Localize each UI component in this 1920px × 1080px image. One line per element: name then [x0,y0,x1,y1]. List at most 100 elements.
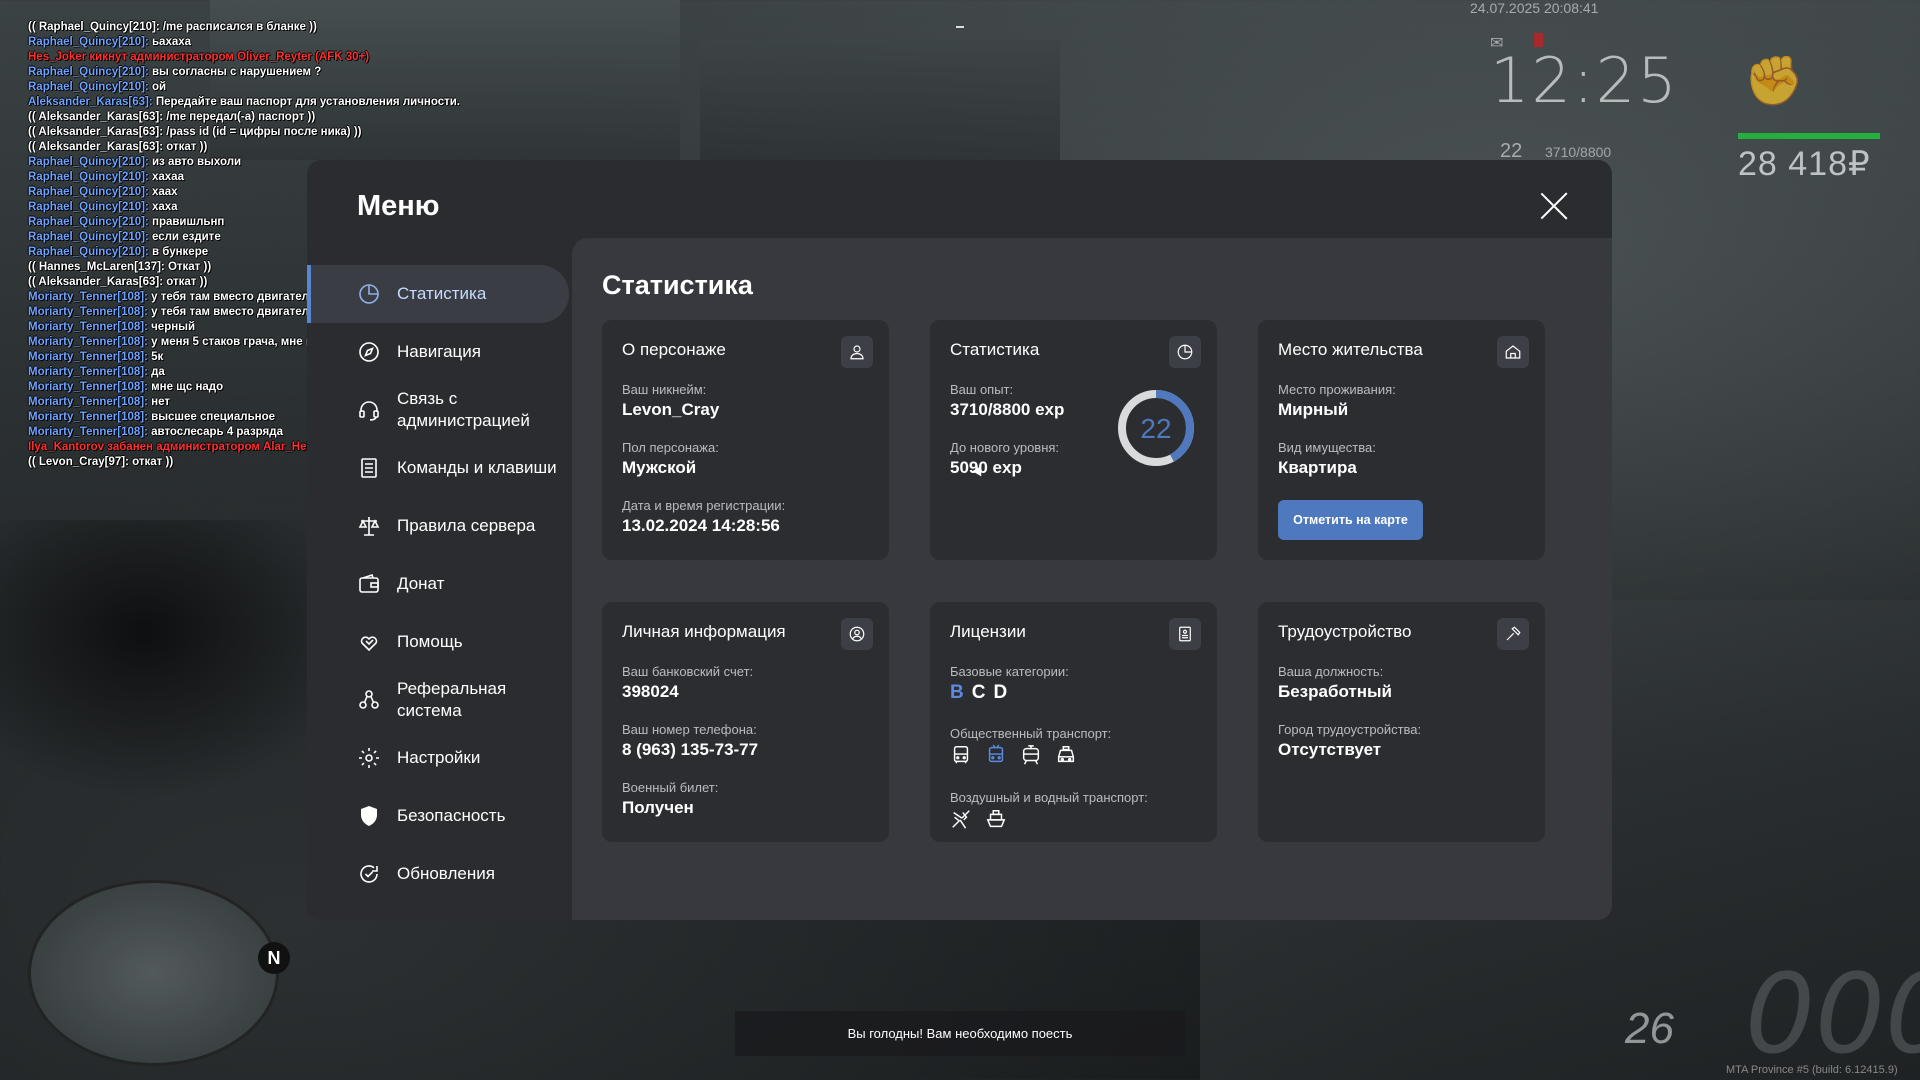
card-residence: Место жительства Место проживания: Мирны… [1258,320,1545,560]
sidebar-item-label: Обновления [397,864,495,883]
sidebar-item[interactable]: Правила сервера [307,497,569,555]
card-title: Статистика [950,340,1040,359]
chat-text: если ездите [148,231,221,243]
chat-nick: Raphael_Quincy[210]: [28,156,149,168]
chat-line: (( Raphael_Quincy[210]: /me расписался в… [28,20,488,35]
place-value: Мирный [1278,400,1349,419]
exp-label: Ваш опыт: [950,382,1014,397]
sidebar-item-label: Навигация [397,342,481,361]
compass-north: N [258,942,290,974]
chart-pie-icon [1169,336,1201,368]
chat-line: Raphael_Quincy[210]: ой [28,80,488,95]
sidebar-item[interactable]: Реферальная система [307,671,569,729]
user-circle-icon [841,618,873,650]
job-city-value: Отсутствует [1278,740,1382,759]
nick-value: Levon_Cray [622,400,720,419]
public-transport-icons [950,744,1090,771]
sidebar-item-label: Реферальная система [397,679,507,720]
sidebar: Статистика Навигация Связь с администрацие… [307,265,569,903]
content-title: Статистика [602,270,753,300]
taxi-icon [1055,744,1077,766]
close-button[interactable] [1539,191,1569,221]
top-dash [956,26,964,28]
build-info: MTA Province #5 (build: 6.12415.9) [1726,1064,1898,1076]
position-label: Ваша должность: [1278,664,1384,679]
hud-money: 28 418₽ [1738,145,1871,183]
sidebar-item[interactable]: Связь с администрацией [307,381,569,439]
chat-line: (( Aleksander_Karas[63]: /pass id (id = … [28,125,488,140]
sidebar-item-label: Настройки [397,748,481,767]
sidebar-item[interactable]: Навигация [307,323,569,381]
air-water-label: Воздушный и водный транспорт: [950,790,1148,805]
chat-nick: Moriarty_Tenner[108]: [28,366,148,378]
chat-line: Hes_Joker кикнут администратором Oliver_… [28,50,488,65]
military-label: Военный билет: [622,780,719,795]
gender-value: Мужской [622,458,697,477]
wallet-icon [357,572,381,596]
chat-line: Raphael_Quincy[210]: вы согласны с наруш… [28,65,488,80]
sidebar-item-label: Правила сервера [397,516,536,535]
sidebar-item[interactable]: Настройки [307,729,569,787]
chat-nick: Aleksander_Karas[63]: [28,96,153,108]
sidebar-item[interactable]: Обновления [307,845,569,903]
headset-icon [357,398,381,422]
nick-label: Ваш никнейм: [622,382,707,397]
mark-on-map-button[interactable]: Отметить на карте [1278,500,1423,540]
sidebar-item-label: Безопасность [397,806,506,825]
public-transport-label: Общественный транспорт: [950,726,1112,741]
sidebar-item[interactable]: Безопасность [307,787,569,845]
chat-line: (( Aleksander_Karas[63]: /me передал(-а)… [28,110,488,125]
refresh-check-icon [357,862,381,886]
sidebar-item[interactable]: Помощь [307,613,569,671]
level-progress-ring: 22 [1118,390,1194,466]
base-categories: BCD [950,682,1015,704]
chat-nick: Raphael_Quincy[210]: [28,201,149,213]
speedometer: 000 [1745,950,1920,1078]
license-category: B [950,682,964,703]
chat-text: в бункере [148,246,209,258]
chat-nick: Raphael_Quincy[210]: [28,66,149,78]
chat-text: (( Aleksander_Karas[63]: откат )) [28,276,208,288]
chat-text: мне щс надо [147,381,224,393]
card-stats: Статистика Ваш опыт: 3710/8800 exp До но… [930,320,1217,560]
gender-label: Пол персонажа: [622,440,719,455]
chat-nick: Raphael_Quincy[210]: [28,246,149,258]
job-city-label: Город трудоустройства: [1278,722,1422,737]
chart-pie-icon [357,282,381,306]
scales-icon [357,514,381,538]
sidebar-item[interactable]: Команды и клавиши [307,439,569,497]
next-level-value: 5090 exp [950,458,1022,477]
sidebar-item[interactable]: Донат [307,555,569,613]
sidebar-item[interactable]: Статистика [307,265,569,323]
menu-panel: Меню Статистика Навигация Связь с админист… [307,160,1612,920]
reg-label: Дата и время регистрации: [622,498,786,513]
bus-icon [950,744,972,766]
chat-text: хахаа [148,171,184,183]
sidebar-item-label: Статистика [397,284,487,303]
chat-text: (( Levon_Cray[97]: откат )) [28,456,174,468]
chat-text: (( Hannes_McLaren[137]: Откат )) [28,261,212,273]
position-value: Безработный [1278,682,1392,701]
chat-line: (( Aleksander_Karas[63]: откат )) [28,140,488,155]
scene-building-center [700,40,1060,170]
chat-text: (( Aleksander_Karas[63]: откат )) [28,141,208,153]
sidebar-item-label: Связь с администрацией [397,389,530,430]
chat-text: 5к [147,351,164,363]
card-title: О персонаже [622,340,726,359]
military-value: Получен [622,798,694,817]
chat-text: (( Raphael_Quincy[210]: /me расписался в… [28,21,317,33]
scene-car-shadow [0,520,360,800]
home-icon [1497,336,1529,368]
chat-text: Hes_Joker кикнут администратором Oliver_… [28,51,370,63]
minimap [28,880,279,1066]
card-title: Личная информация [622,622,786,641]
chat-nick: Moriarty_Tenner[108]: [28,321,148,333]
sidebar-item-label: Помощь [397,632,463,651]
chat-nick: Raphael_Quincy[210]: [28,81,149,93]
hunger-notification: Вы голодны! Вам необходимо поесть [735,1011,1185,1056]
chat-nick: Raphael_Quincy[210]: [28,231,149,243]
chat-text: автослесарь 4 разряда [147,426,283,438]
fuel-readout: 26 [1625,1004,1674,1053]
chat-text: хаха [148,201,178,213]
hud-date: 24.07.2025 20:08:41 [1470,0,1599,16]
